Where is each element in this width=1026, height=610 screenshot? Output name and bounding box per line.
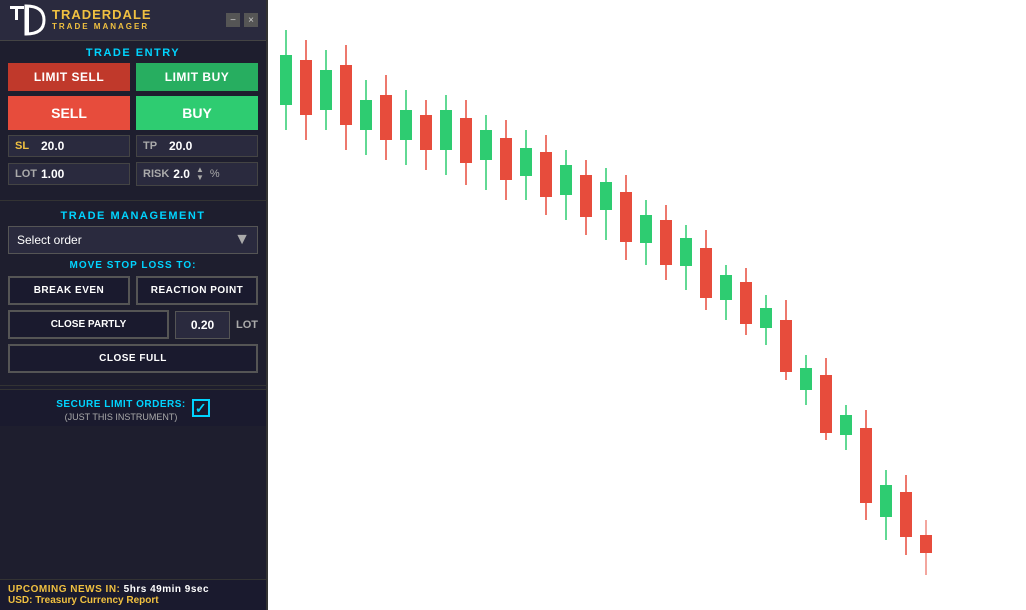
chart-area — [268, 0, 1026, 610]
pct-label: % — [210, 168, 220, 180]
logo-area: TRADERDALE TRADE MANAGER — [8, 4, 152, 36]
sl-tp-row: SL 20.0 TP 20.0 — [8, 135, 258, 157]
sl-value: 20.0 — [41, 139, 123, 153]
close-full-button[interactable]: CLOSE FULL — [8, 344, 258, 373]
trade-panel: TRADERDALE TRADE MANAGER − × TRADE ENTRY… — [0, 0, 268, 610]
close-button[interactable]: × — [244, 13, 258, 27]
risk-input-box[interactable]: RISK 2.0 ▲ ▼ % — [136, 162, 258, 186]
market-buttons-row: SELL BUY — [8, 96, 258, 130]
news-section: UPCOMING NEWS IN: 5hrs 49min 9sec USD: T… — [0, 579, 266, 610]
buy-button[interactable]: BUY — [136, 96, 258, 130]
divider-1 — [0, 200, 266, 201]
tp-input-box[interactable]: TP 20.0 — [136, 135, 258, 157]
tp-label: TP — [143, 140, 165, 152]
break-even-reaction-row: BREAK EVEN REACTION POINT — [8, 276, 258, 305]
trade-mgmt-section: Select order ▼ MOVE STOP LOSS TO: BREAK … — [0, 226, 266, 382]
news-currency: USD: — [8, 595, 32, 606]
brand-name: TRADERDALE — [52, 8, 152, 22]
checkbox-check-icon: ✓ — [195, 400, 207, 417]
trade-entry-title: TRADE ENTRY — [0, 41, 266, 63]
close-partly-row: CLOSE PARTLY 0.20 LOT — [8, 310, 258, 339]
risk-label: RISK — [143, 168, 169, 180]
divider-2 — [0, 385, 266, 386]
risk-down-arrow[interactable]: ▼ — [196, 174, 204, 182]
lot-label: LOT — [15, 168, 37, 180]
secure-sub-label: (JUST THIS INSTRUMENT) — [56, 412, 185, 422]
candlestick-chart — [268, 0, 1026, 610]
sl-input-box[interactable]: SL 20.0 — [8, 135, 130, 157]
news-title: UPCOMING NEWS IN: 5hrs 49min 9sec — [8, 584, 258, 595]
window-controls: − × — [226, 13, 258, 27]
news-time: 5hrs 49min 9sec — [124, 584, 209, 595]
limit-sell-button[interactable]: LIMIT SELL — [8, 63, 130, 91]
brand-subtitle: TRADE MANAGER — [52, 23, 152, 32]
reaction-point-button[interactable]: REACTION POINT — [136, 276, 258, 305]
select-order-wrapper: Select order ▼ — [8, 226, 258, 254]
secure-label: SECURE LIMIT ORDERS: — [56, 399, 185, 410]
secure-checkbox[interactable]: ✓ — [192, 399, 210, 417]
minimize-button[interactable]: − — [226, 13, 240, 27]
close-lot-label: LOT — [236, 319, 258, 331]
trade-entry-section: LIMIT SELL LIMIT BUY SELL BUY SL 20.0 TP… — [0, 63, 266, 197]
sl-label: SL — [15, 140, 37, 152]
window-titlebar: TRADERDALE TRADE MANAGER − × — [0, 0, 266, 41]
sell-button[interactable]: SELL — [8, 96, 130, 130]
news-content: USD: Treasury Currency Report — [8, 595, 258, 606]
select-order-dropdown[interactable]: Select order — [8, 226, 258, 254]
move-stop-title: MOVE STOP LOSS TO: — [8, 260, 258, 271]
news-desc: Treasury Currency Report — [35, 595, 158, 606]
limit-buy-button[interactable]: LIMIT BUY — [136, 63, 258, 91]
lot-input-box[interactable]: LOT 1.00 — [8, 163, 130, 185]
risk-arrows[interactable]: ▲ ▼ — [196, 166, 204, 182]
risk-value: 2.0 — [173, 167, 190, 181]
td-logo-icon — [8, 4, 46, 36]
secure-limit-row: SECURE LIMIT ORDERS: (JUST THIS INSTRUME… — [0, 389, 266, 426]
trade-mgmt-title: TRADE MANAGEMENT — [0, 204, 266, 226]
close-partly-value[interactable]: 0.20 — [175, 311, 230, 339]
limit-buttons-row: LIMIT SELL LIMIT BUY — [8, 63, 258, 91]
tp-value: 20.0 — [169, 139, 251, 153]
lot-risk-row: LOT 1.00 RISK 2.0 ▲ ▼ % — [8, 162, 258, 186]
lot-value: 1.00 — [41, 167, 123, 181]
brand-text: TRADERDALE TRADE MANAGER — [52, 8, 152, 31]
secure-text: SECURE LIMIT ORDERS: (JUST THIS INSTRUME… — [56, 394, 185, 422]
close-partly-button[interactable]: CLOSE PARTLY — [8, 310, 169, 339]
break-even-button[interactable]: BREAK EVEN — [8, 276, 130, 305]
